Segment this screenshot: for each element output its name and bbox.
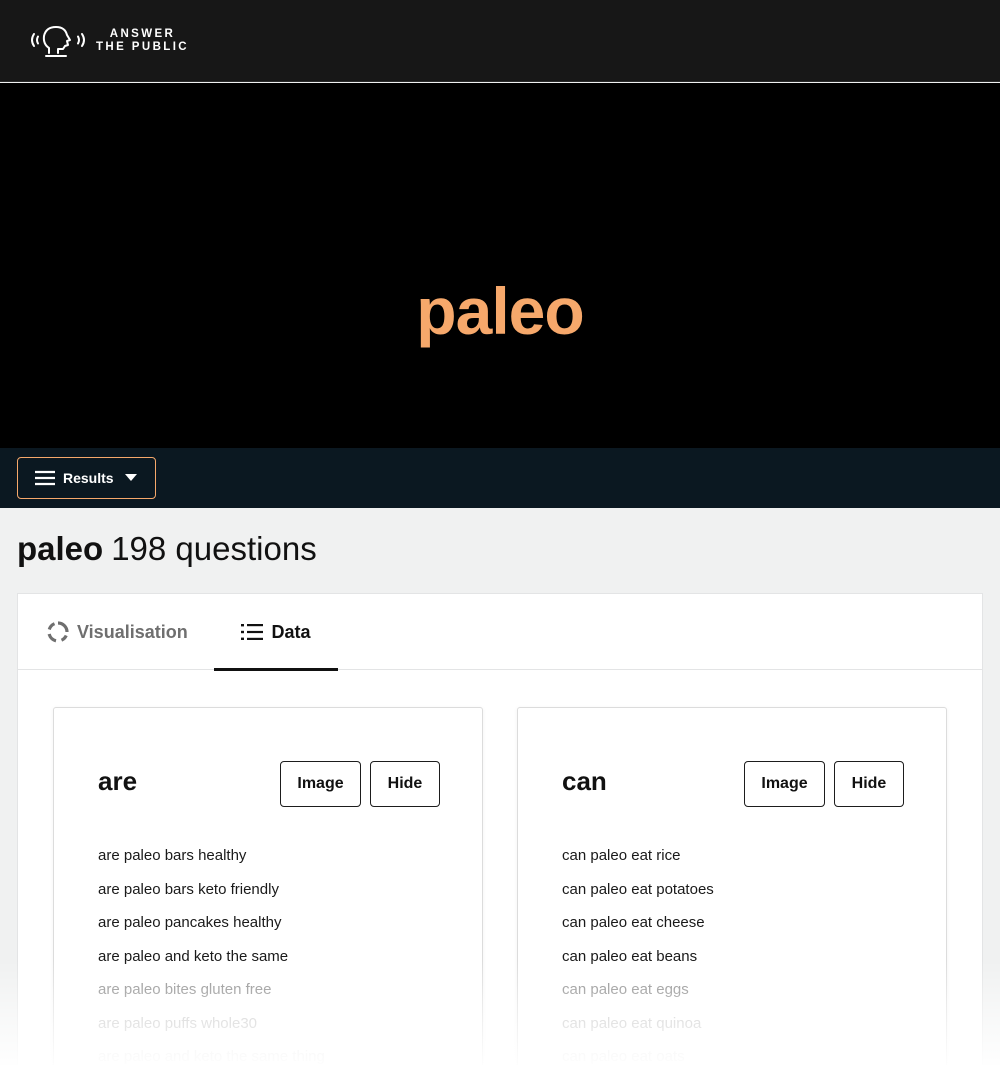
- results-heading: paleo 198 questions: [17, 530, 317, 568]
- tab-visualisation[interactable]: Visualisation: [47, 594, 188, 670]
- list-item[interactable]: can paleo eat oats: [562, 1046, 714, 1065]
- question-list: are paleo bars healthy are paleo bars ke…: [98, 845, 325, 1065]
- list-item[interactable]: are paleo pancakes healthy: [98, 912, 325, 946]
- tab-data[interactable]: Data: [214, 594, 338, 671]
- brand-wordmark: ANSWER THE PUBLIC: [96, 28, 189, 54]
- list-item[interactable]: can paleo eat cheese: [562, 912, 714, 946]
- results-bar: Results: [0, 448, 1000, 508]
- results-menu-label: Results: [63, 470, 114, 486]
- view-tabs: Visualisation Data: [18, 594, 982, 671]
- speaking-head-icon: [31, 26, 85, 57]
- hero-banner: paleo: [0, 83, 1000, 448]
- question-list: can paleo eat rice can paleo eat potatoe…: [562, 845, 714, 1065]
- list-item[interactable]: are paleo bites gluten free: [98, 979, 325, 1013]
- brand-logo[interactable]: ANSWER THE PUBLIC: [28, 22, 189, 60]
- card-title: can: [562, 766, 607, 796]
- brand-line-2: THE PUBLIC: [96, 41, 189, 53]
- list-item[interactable]: can paleo eat quinoa: [562, 1013, 714, 1047]
- question-count: 198 questions: [111, 530, 317, 567]
- top-bar: ANSWER THE PUBLIC: [0, 0, 1000, 82]
- list-item[interactable]: are paleo bars keto friendly: [98, 879, 325, 913]
- list-item[interactable]: can paleo eat rice: [562, 845, 714, 879]
- list-item[interactable]: can paleo eat potatoes: [562, 879, 714, 913]
- results-keyword: paleo: [17, 530, 104, 567]
- results-menu-button[interactable]: Results: [17, 457, 156, 499]
- caret-down-icon: [124, 474, 137, 481]
- list-item[interactable]: are paleo and keto the same: [98, 946, 325, 980]
- image-button[interactable]: Image: [744, 761, 825, 807]
- tab-visualisation-label: Visualisation: [77, 621, 188, 642]
- results-panel: Visualisation Data are Image Hide are pa…: [17, 593, 983, 1065]
- list-item[interactable]: are paleo bars healthy: [98, 845, 325, 879]
- hamburger-icon: [35, 470, 55, 486]
- image-button[interactable]: Image: [280, 761, 361, 807]
- question-card-are: are Image Hide are paleo bars healthy ar…: [53, 707, 483, 1065]
- question-card-can: can Image Hide can paleo eat rice can pa…: [517, 707, 947, 1065]
- hide-button[interactable]: Hide: [370, 761, 440, 807]
- list-item[interactable]: can paleo eat beans: [562, 946, 714, 980]
- circle-dial-icon: [47, 621, 69, 643]
- list-item[interactable]: are paleo and keto the same thing: [98, 1046, 325, 1065]
- card-title: are: [98, 766, 138, 796]
- list-item[interactable]: can paleo eat eggs: [562, 979, 714, 1013]
- hero-keyword: paleo: [416, 274, 584, 348]
- hide-button[interactable]: Hide: [834, 761, 904, 807]
- list-item[interactable]: are paleo puffs whole30: [98, 1013, 325, 1047]
- list-icon: [241, 624, 264, 640]
- brand-line-1: ANSWER: [109, 28, 176, 40]
- tab-data-label: Data: [271, 621, 311, 642]
